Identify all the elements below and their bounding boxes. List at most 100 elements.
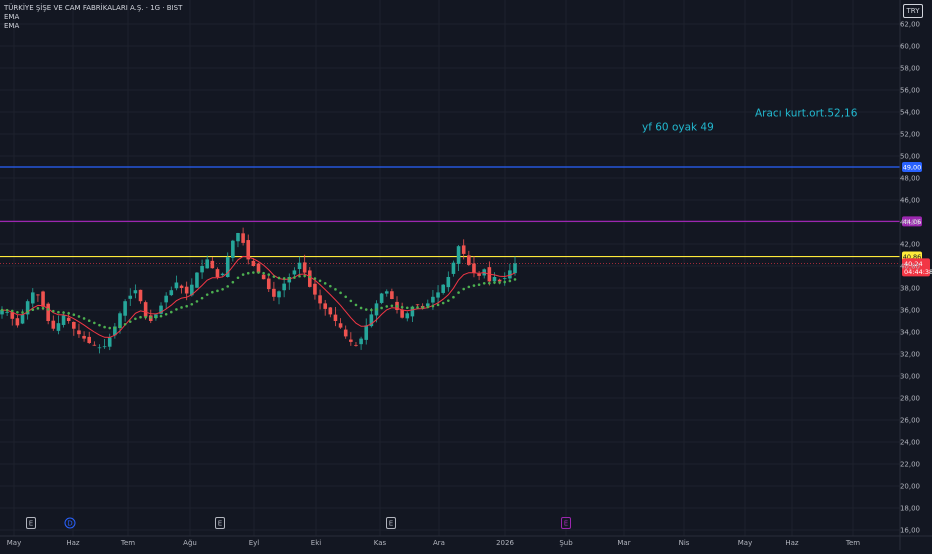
candle-body — [210, 260, 215, 269]
candle-body — [46, 303, 50, 321]
ema-legend-1[interactable]: EMA — [4, 13, 182, 22]
candle-body — [241, 233, 245, 243]
x-tick-label: Ağu — [183, 539, 197, 547]
candle-body — [472, 263, 476, 273]
y-tick-label: 16,00 — [900, 527, 920, 535]
chart-container[interactable]: 49,00 44,06 40,86 40,24 04:44:38 Aracı kurt.… — [0, 0, 932, 550]
ema-slow-dot — [447, 299, 450, 302]
candle-body — [354, 344, 358, 346]
ema-slow-dot — [185, 304, 188, 308]
ema-slow-dot — [298, 274, 301, 278]
candle-body — [36, 294, 40, 296]
x-tick-label: May — [738, 539, 752, 547]
ema-slow-dot — [134, 317, 137, 321]
y-tick-label: 20,00 — [900, 483, 920, 491]
x-tick-label: 2026 — [496, 539, 514, 547]
ema-slow-dot — [503, 280, 507, 284]
ema-slow-dot — [395, 304, 399, 308]
y-tick-label: 58,00 — [900, 65, 920, 73]
chart-legend: TÜRKİYE ŞİŞE VE CAM FABRİKALARI A.Ş. · 1… — [4, 4, 182, 31]
candle-body — [477, 273, 481, 276]
ema-slow-dot — [139, 315, 142, 319]
ema-slow-dot — [113, 326, 117, 330]
ema-slow-dot — [180, 306, 183, 309]
candle-body — [313, 283, 317, 295]
x-tick-label: Nis — [679, 539, 690, 547]
y-tick-label: 54,00 — [900, 109, 920, 117]
candle-body — [133, 290, 138, 294]
ema-slow-dot — [93, 321, 96, 325]
candle-body — [82, 335, 86, 339]
ema-slow-dot — [118, 325, 122, 328]
ema-slow-dot — [441, 301, 445, 305]
candle-body — [292, 270, 297, 275]
ema-slow-dot — [128, 320, 132, 323]
x-tick-label: Eki — [311, 539, 321, 547]
candle-body — [415, 304, 420, 306]
ema-slow-dot — [385, 305, 389, 308]
currency-button[interactable]: TRY — [903, 4, 923, 18]
ema-slow-dot — [216, 289, 219, 293]
y-tick-label: 42,00 — [900, 241, 920, 249]
candle-body — [143, 302, 148, 317]
ema-slow-dot — [67, 311, 70, 315]
candle-body — [297, 262, 302, 270]
y-tick-label: 18,00 — [900, 505, 920, 513]
ema-slow-dot — [72, 313, 76, 316]
y-tick-label: 28,00 — [900, 395, 920, 403]
y-tick-label: 30,00 — [900, 373, 920, 381]
ema-legend-2[interactable]: EMA — [4, 22, 182, 31]
candle-body — [184, 286, 189, 294]
candle-body — [179, 285, 184, 288]
candle-body — [451, 262, 456, 274]
ema-slow-dot — [26, 310, 29, 313]
candle-body — [436, 292, 440, 298]
symbol-title[interactable]: TÜRKİYE ŞİŞE VE CAM FABRİKALARI A.Ş. · 1… — [4, 4, 182, 13]
y-tick-label: 38,00 — [900, 285, 920, 293]
y-tick-label: 22,00 — [900, 461, 920, 469]
candle-body — [431, 296, 435, 303]
ema-slow-dot — [272, 275, 276, 278]
ema-slow-dot — [257, 271, 260, 274]
candle-body — [261, 274, 266, 280]
candle-body — [323, 303, 327, 309]
candle-body — [128, 295, 133, 299]
candle-body — [236, 233, 240, 242]
candle-body — [56, 323, 61, 331]
y-tick-label: 52,00 — [900, 131, 920, 139]
candle-body — [256, 263, 261, 273]
candle-body — [15, 318, 20, 326]
ema-slow-dot — [426, 305, 430, 309]
ema-slow-dot — [57, 310, 60, 314]
ema-slow-dot — [262, 271, 265, 275]
ema-slow-dot — [205, 293, 209, 296]
candle-body — [308, 270, 312, 287]
candle-body — [277, 291, 281, 298]
ema-slow-dot — [513, 278, 517, 281]
x-tick-label: Haz — [785, 539, 799, 547]
ema-slow-dot — [5, 308, 9, 312]
candle-body — [467, 255, 471, 265]
candle-body — [87, 336, 92, 343]
ema-slow-dot — [252, 271, 255, 274]
ema-slow-dot — [482, 281, 486, 285]
ema-slow-dot — [488, 281, 491, 285]
ema-slow-dot — [364, 308, 368, 311]
candle-body — [164, 295, 168, 303]
candle-body — [379, 293, 384, 303]
x-tick-label: Şub — [559, 539, 573, 547]
x-tick-label: May — [7, 539, 21, 547]
ema-slow-dot — [221, 287, 224, 291]
candle-body — [215, 269, 220, 277]
y-tick-label: 24,00 — [900, 439, 920, 447]
ema-slow-dot — [175, 308, 178, 311]
price-chart[interactable]: 49,0044,0640,8640,2404:44:38 Aracı kurt.… — [0, 0, 932, 550]
ema-slow-dot — [31, 308, 35, 312]
candle-body — [282, 283, 286, 291]
ema-slow-dot — [318, 279, 322, 283]
ema-slow-dot — [287, 277, 291, 280]
ema-slow-dot — [277, 276, 281, 280]
candle-body — [343, 329, 348, 337]
candle-body — [456, 246, 461, 264]
candle-body — [446, 277, 451, 288]
